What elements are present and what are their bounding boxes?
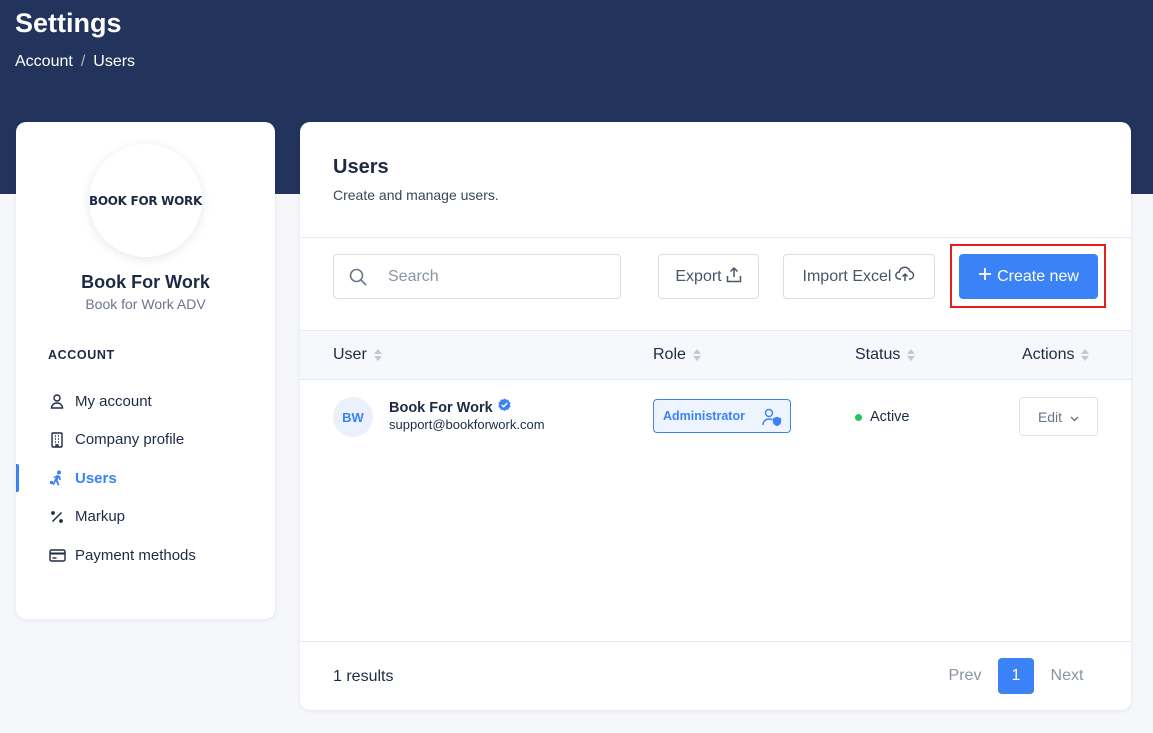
sidebar-item-label: Payment methods [75,546,196,564]
edit-label: Edit [1037,408,1063,425]
divider [300,641,1131,642]
sidebar-card: BOOK FOR WORK Book For Work Book for Wor… [16,122,275,619]
sidebar-item-company-profile[interactable]: Company profile [16,421,275,460]
sidebar-nav: My account Company profile Users Markup … [16,382,275,575]
import-excel-button[interactable]: Import Excel [783,254,935,299]
import-label: Import Excel [802,267,892,285]
column-header-status[interactable]: Status [855,331,916,379]
sidebar-item-label: My account [75,392,152,410]
sort-icon [692,349,701,361]
sort-icon [373,349,382,361]
role-label: Administrator [663,409,745,423]
cloud-upload-icon [895,266,915,287]
breadcrumb-separator: / [80,53,86,70]
percent-icon [48,508,66,526]
sidebar-item-markup[interactable]: Markup [16,498,275,537]
pagination-prev[interactable]: Prev [940,658,990,694]
section-label-account: ACCOUNT [48,348,115,362]
results-count: 1 results [333,668,394,685]
column-label: Role [653,346,686,363]
user-icon [48,392,66,410]
column-header-actions[interactable]: Actions [1022,331,1090,379]
column-label: Actions [1022,346,1075,363]
verified-icon [497,398,512,417]
sidebar-item-my-account[interactable]: My account [16,382,275,421]
column-label: User [333,346,367,363]
sort-icon [1081,349,1090,361]
table-row: BW Book For Work support@bookforwork.com… [300,380,1131,456]
sidebar-item-payment-methods[interactable]: Payment methods [16,536,275,575]
status-indicator: Active [855,409,910,425]
search-field[interactable] [333,254,621,299]
company-subtitle: Book for Work ADV [85,296,206,312]
avatar: BW [333,397,373,437]
user-name-text: Book For Work [389,399,493,416]
column-header-user[interactable]: User [333,331,382,379]
sidebar-item-label: Company profile [75,431,185,449]
export-label: Export [675,267,722,285]
users-icon [48,469,66,487]
page-title: Settings [15,8,122,38]
panel-subtitle: Create and manage users. [333,187,499,203]
column-header-role[interactable]: Role [653,331,701,379]
table-header: User Role Status Actions [300,330,1131,380]
edit-dropdown-button[interactable]: Edit [1019,397,1098,436]
upload-icon [726,266,742,288]
export-button[interactable]: Export [658,254,759,299]
search-input[interactable] [388,267,608,286]
user-name: Book For Work [389,398,512,417]
company-logo: BOOK FOR WORK [89,144,202,257]
users-panel: Users Create and manage users. Export Im… [300,122,1131,710]
status-dot [855,413,862,421]
breadcrumb-account[interactable]: Account [15,53,73,71]
sidebar-item-users[interactable]: Users [16,459,275,498]
sidebar-item-label: Markup [75,508,126,526]
credit-card-icon [48,546,66,564]
breadcrumb: Account / Users [15,53,135,71]
logo-text: BOOK FOR WORK [89,193,202,208]
sort-icon [907,349,916,361]
create-new-button[interactable]: Create new [959,254,1098,299]
column-label: Status [855,346,901,363]
breadcrumb-users: Users [93,53,136,70]
sidebar-item-label: Users [75,469,117,487]
search-icon [348,267,368,287]
company-name: Book For Work [81,272,210,292]
divider [300,237,1131,238]
user-shield-icon [762,408,782,427]
user-email: support@bookforwork.com [389,417,545,432]
panel-title: Users [333,156,389,178]
create-new-label: Create new [997,267,1079,285]
status-text: Active [870,409,910,425]
pagination-page-1[interactable]: 1 [998,658,1034,694]
chevron-down-icon [1070,409,1079,425]
pagination-next[interactable]: Next [1042,658,1092,694]
plus-icon [978,267,992,286]
building-icon [48,431,66,449]
role-badge: Administrator [653,399,791,433]
